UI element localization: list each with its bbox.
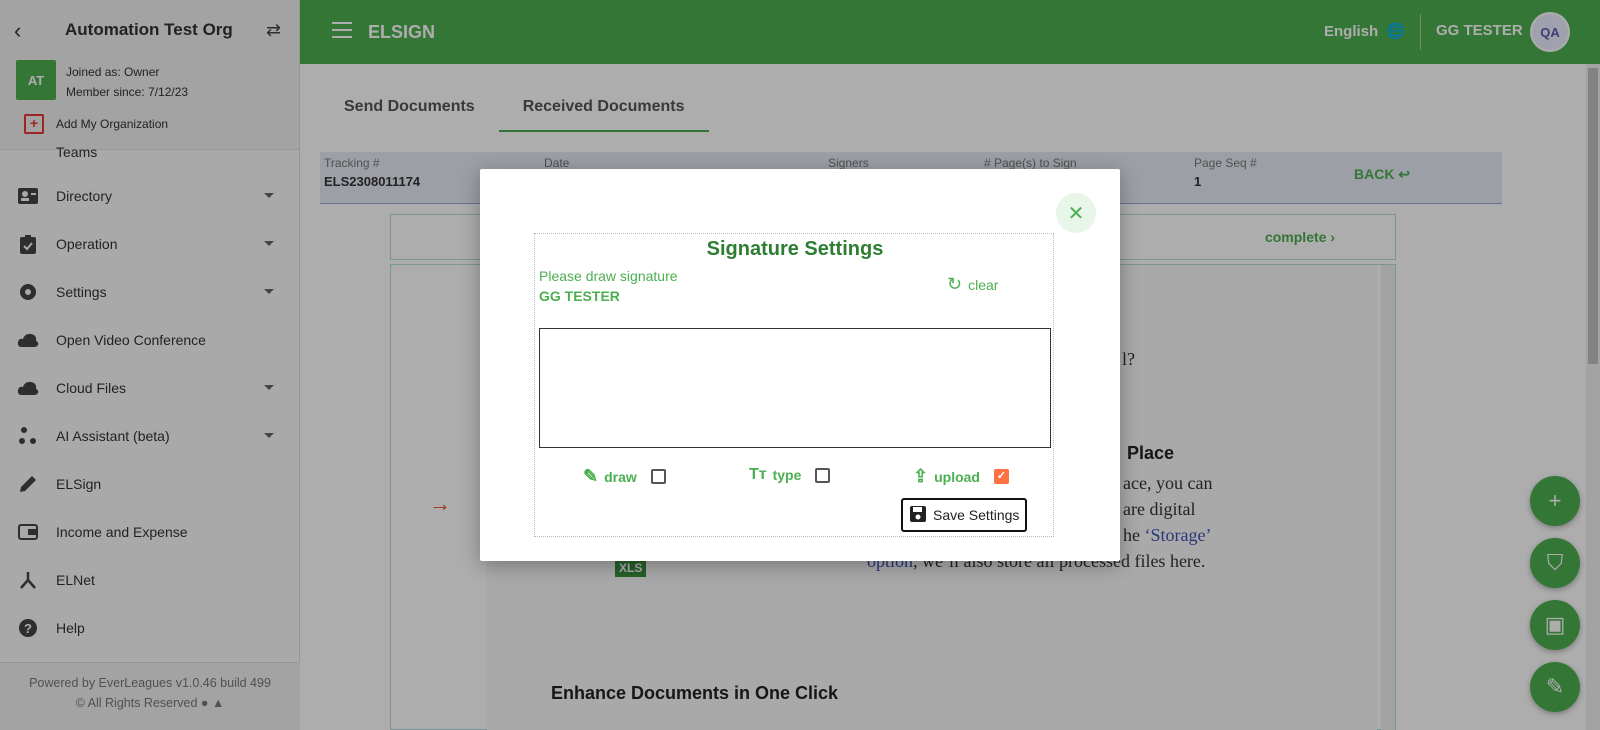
signature-settings-dialog: ✕ Signature Settings Please draw signatu… — [480, 169, 1120, 561]
save-settings-button[interactable]: Save Settings — [901, 498, 1028, 532]
signature-prompt: Please draw signature — [539, 268, 678, 284]
clear-button[interactable]: ↻ clear — [947, 274, 998, 295]
type-label: type — [772, 467, 802, 483]
upload-icon: ⇪ — [913, 466, 929, 486]
upload-option: ⇪ upload ✓ — [913, 466, 1009, 487]
draw-option: ✎ draw — [583, 466, 666, 487]
draw-label: draw — [604, 468, 637, 485]
draw-checkbox[interactable] — [650, 469, 666, 484]
pencil-icon: ✎ — [583, 466, 599, 486]
save-icon — [909, 505, 927, 526]
refresh-icon: ↻ — [947, 274, 963, 294]
clear-label: clear — [968, 276, 999, 293]
signature-canvas[interactable] — [539, 328, 1051, 448]
upload-label: upload — [934, 468, 980, 485]
save-settings-label: Save Settings — [933, 507, 1020, 523]
type-option: Tт type — [749, 466, 831, 484]
text-size-icon: Tт — [749, 466, 767, 483]
close-button[interactable]: ✕ — [1056, 193, 1096, 233]
signer-name: GG TESTER — [539, 288, 620, 304]
upload-checkbox[interactable]: ✓ — [993, 469, 1009, 484]
close-icon: ✕ — [1067, 202, 1085, 225]
type-checkbox[interactable] — [815, 467, 831, 483]
signature-panel: Signature Settings Please draw signature… — [534, 233, 1054, 537]
dialog-title: Signature Settings — [706, 238, 884, 260]
